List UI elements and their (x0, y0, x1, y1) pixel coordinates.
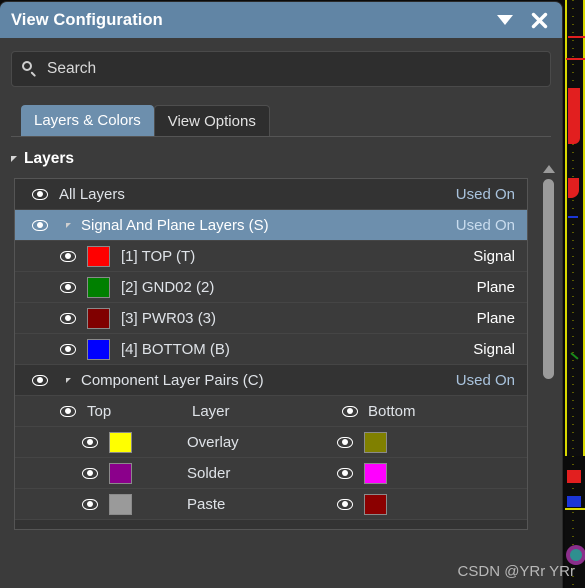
layer-label: [1] TOP (T) (121, 247, 196, 265)
table-row[interactable]: Mechanical Layers (M) Used On (15, 520, 527, 530)
table-row[interactable]: Solder (15, 458, 527, 489)
pcb-pad (567, 496, 581, 507)
visibility-eye-icon[interactable] (82, 434, 98, 450)
pcb-via-inner (570, 549, 582, 561)
pcb-board-outline (565, 0, 585, 456)
layer-color-swatch[interactable] (87, 307, 110, 329)
search-icon (22, 61, 38, 77)
visibility-eye-icon[interactable] (32, 372, 48, 388)
layers-list[interactable]: All Layers Used On Signal And Plane Laye… (14, 178, 528, 530)
layer-group-label: Component Layer Pairs (C) (81, 371, 264, 389)
vertical-scrollbar[interactable] (541, 162, 556, 574)
pcb-trace (566, 58, 585, 60)
page-title: Layers (24, 150, 74, 167)
visibility-eye-icon[interactable] (60, 403, 76, 419)
pcb-trace (568, 36, 585, 38)
layers-section-header[interactable]: Layers (0, 137, 562, 178)
watermark: CSDN @YRr YRr (457, 563, 575, 580)
layer-group-label: Mechanical Layers (M) (81, 527, 233, 530)
pair-top-color-swatch[interactable] (109, 493, 132, 515)
close-icon[interactable] (529, 10, 549, 30)
search-input[interactable]: Search (11, 51, 551, 87)
expand-triangle-icon[interactable] (66, 377, 71, 383)
pair-label: Solder (187, 464, 231, 482)
visibility-eye-icon[interactable] (337, 434, 353, 450)
pair-header-layer: Layer (192, 402, 230, 420)
pair-top-color-swatch[interactable] (109, 462, 132, 484)
visibility-eye-icon[interactable] (82, 465, 98, 481)
visibility-eye-icon[interactable] (337, 496, 353, 512)
layer-color-swatch[interactable] (87, 338, 110, 360)
layer-group-label: Signal And Plane Layers (S) (81, 216, 269, 234)
layer-label: [3] PWR03 (3) (121, 309, 217, 327)
pair-label: Paste (187, 495, 226, 513)
table-row[interactable]: [1] TOP (T) Signal (15, 241, 527, 272)
layer-usage: Used On (455, 216, 515, 234)
screenshot-root: View Configuration Search Layers & Color… (0, 0, 585, 588)
table-row[interactable]: Component Layer Pairs (C) Used On (15, 365, 527, 396)
layer-type: Plane (476, 278, 515, 296)
pcb-trace (568, 216, 578, 218)
visibility-eye-icon[interactable] (60, 279, 76, 295)
pair-bottom-color-swatch[interactable] (364, 431, 387, 453)
search-input-value: Search (47, 60, 97, 77)
pair-header-top: Top (87, 402, 112, 420)
visibility-eye-icon[interactable] (60, 310, 76, 326)
layer-label: [4] BOTTOM (B) (121, 340, 230, 358)
layer-type: Signal (473, 247, 515, 265)
table-row[interactable]: Signal And Plane Layers (S) Used On (15, 210, 527, 241)
collapse-triangle-icon[interactable] (11, 156, 17, 162)
expand-triangle-icon[interactable] (66, 222, 71, 228)
layer-usage: Used On (455, 185, 515, 203)
visibility-eye-icon[interactable] (337, 465, 353, 481)
layer-label: All Layers (59, 185, 125, 203)
layer-type: Signal (473, 340, 515, 358)
tab-bar: Layers & Colors View Options (21, 103, 562, 136)
table-row[interactable]: [4] BOTTOM (B) Signal (15, 334, 527, 365)
visibility-eye-icon[interactable] (60, 341, 76, 357)
layer-color-swatch[interactable] (87, 276, 110, 298)
view-configuration-dialog: View Configuration Search Layers & Color… (0, 2, 562, 588)
table-row[interactable]: [2] GND02 (2) Plane (15, 272, 527, 303)
pair-column-header: Top Layer Bottom (15, 396, 527, 427)
pair-bottom-color-swatch[interactable] (364, 462, 387, 484)
layers-panel: Layers All Layers Used On Signal And Pla… (0, 137, 562, 555)
dialog-title: View Configuration (11, 10, 163, 29)
chevron-down-icon[interactable] (495, 10, 515, 30)
layer-type: Plane (476, 309, 515, 327)
scrollbar-thumb[interactable] (543, 179, 554, 379)
pair-label: Overlay (187, 433, 239, 451)
visibility-eye-icon[interactable] (32, 217, 48, 233)
table-row[interactable]: Overlay (15, 427, 527, 458)
layer-color-swatch[interactable] (87, 245, 110, 267)
tab-view-options[interactable]: View Options (153, 105, 270, 136)
table-row[interactable]: All Layers Used On (15, 179, 527, 210)
table-row[interactable]: [3] PWR03 (3) Plane (15, 303, 527, 334)
layer-label: [2] GND02 (2) (121, 278, 215, 296)
visibility-eye-icon[interactable] (342, 403, 358, 419)
scroll-up-arrow-icon[interactable] (541, 162, 556, 175)
table-row[interactable]: Paste (15, 489, 527, 520)
layer-usage: Used On (456, 527, 515, 530)
tab-layers-and-colors[interactable]: Layers & Colors (21, 105, 154, 136)
pair-top-color-swatch[interactable] (109, 431, 132, 453)
visibility-eye-icon[interactable] (32, 186, 48, 202)
visibility-eye-icon[interactable] (82, 496, 98, 512)
pair-bottom-color-swatch[interactable] (364, 493, 387, 515)
pcb-trace (568, 88, 580, 144)
visibility-eye-icon[interactable] (60, 248, 76, 264)
visibility-eye-icon[interactable] (32, 527, 48, 529)
dialog-title-bar[interactable]: View Configuration (0, 2, 562, 38)
layer-usage: Used On (455, 371, 515, 389)
pcb-pad (567, 470, 581, 483)
pair-header-bottom: Bottom (368, 402, 416, 420)
